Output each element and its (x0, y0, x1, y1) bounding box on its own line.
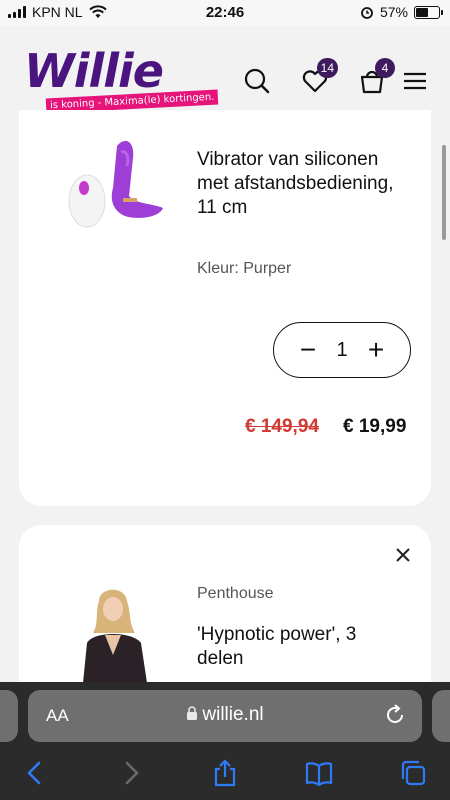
menu-button[interactable] (402, 66, 432, 96)
back-icon[interactable] (20, 758, 50, 788)
url-text: willie.nl (202, 704, 264, 725)
status-bar: KPN NL 22:46 57% (0, 0, 450, 26)
tabs-icon[interactable] (398, 758, 428, 788)
share-icon[interactable] (210, 758, 240, 788)
product-image[interactable] (65, 136, 173, 236)
alarm-icon (361, 7, 373, 19)
lingerie-model-image (83, 589, 147, 683)
quantity-stepper: − 1 + (273, 322, 411, 378)
decrease-quantity-button[interactable]: − (296, 336, 320, 364)
search-button[interactable] (242, 66, 272, 96)
battery-icon (414, 5, 443, 19)
remove-item-button[interactable] (395, 543, 411, 569)
cart-count-badge: 4 (375, 58, 395, 78)
cart-item-card: Vibrator van siliconen met afstandsbedie… (19, 110, 431, 506)
close-icon (396, 548, 410, 562)
cart-button[interactable]: 4 (357, 58, 395, 96)
forward-icon[interactable] (116, 758, 146, 788)
vibrator-image (68, 140, 163, 228)
original-price: € 149,94 (245, 416, 319, 437)
increase-quantity-button[interactable]: + (364, 336, 388, 364)
url-display[interactable]: willie.nl (28, 704, 422, 726)
sale-price: € 19,99 (343, 416, 407, 437)
hamburger-menu-icon (404, 72, 426, 90)
wishlist-button[interactable]: 14 (300, 58, 338, 96)
product-color: Kleur: Purper (197, 260, 292, 277)
product-title[interactable]: 'Hypnotic power', 3 delen (197, 623, 397, 671)
status-right: 57% (360, 4, 443, 20)
product-brand: Penthouse (197, 585, 274, 602)
product-title[interactable]: Vibrator van siliconen met afstandsbedie… (197, 148, 407, 220)
wishlist-count-badge: 14 (316, 58, 338, 78)
page-scrollbar[interactable] (442, 145, 446, 240)
bookmarks-icon[interactable] (304, 758, 334, 788)
browser-nav-row (0, 754, 450, 794)
product-image[interactable] (69, 583, 159, 683)
battery-fill (416, 7, 428, 17)
previous-tab-peek[interactable] (0, 690, 18, 742)
next-tab-peek[interactable] (432, 690, 450, 742)
quantity-value[interactable]: 1 (336, 339, 347, 362)
battery-percent: 57% (379, 4, 408, 20)
reload-icon[interactable] (382, 702, 408, 728)
lock-icon (187, 706, 198, 720)
search-icon (244, 68, 270, 94)
logo-wordmark: Willie (24, 44, 164, 98)
address-bar[interactable]: AA willie.nl (28, 690, 422, 742)
browser-toolbar: AA willie.nl (0, 682, 450, 800)
